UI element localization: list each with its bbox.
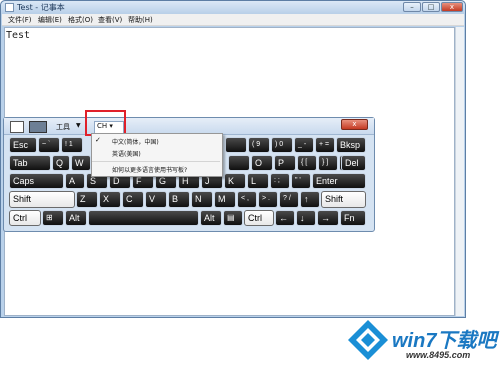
menu-file[interactable]: 文件(F)	[8, 15, 32, 25]
watermark-url: www.8495.com	[406, 350, 471, 360]
key-space[interactable]	[88, 210, 199, 226]
more-languages-link[interactable]: 如何以更多语言使用书写板?	[112, 165, 187, 174]
key-k[interactable]: K	[224, 173, 246, 189]
dropdown-separator	[92, 161, 220, 162]
key-q[interactable]: Q	[52, 155, 70, 171]
key-comma[interactable]: < ,	[237, 191, 257, 208]
menu-format[interactable]: 格式(O)	[68, 15, 93, 25]
menu-help[interactable]: 帮助(H)	[128, 15, 153, 25]
key-right-arrow[interactable]: →	[317, 210, 339, 226]
key-left-ctrl[interactable]: Ctrl	[9, 210, 41, 226]
key-caps[interactable]: Caps	[9, 173, 64, 189]
key-fn[interactable]: Fn	[340, 210, 366, 226]
key-left-bracket[interactable]: { [	[297, 155, 317, 171]
document-text: Test	[6, 30, 31, 41]
key-l[interactable]: L	[247, 173, 269, 189]
keyboard-close-button[interactable]: x	[341, 119, 368, 130]
key-backspace[interactable]: Bksp	[336, 137, 366, 153]
key-b[interactable]: B	[168, 191, 190, 208]
key-v[interactable]: V	[145, 191, 167, 208]
key-right-alt[interactable]: Alt	[200, 210, 222, 226]
maximize-button[interactable]: □	[422, 2, 440, 12]
tools-dropdown-icon[interactable]: ▼	[76, 122, 81, 129]
key-8[interactable]	[225, 137, 247, 153]
key-x[interactable]: X	[99, 191, 121, 208]
keyboard-mode-icon[interactable]	[29, 121, 47, 133]
key-equals[interactable]: + =	[315, 137, 335, 153]
key-p[interactable]: P	[274, 155, 296, 171]
key-right-shift[interactable]: Shift	[321, 191, 366, 208]
menu-view[interactable]: 查看(V)	[98, 15, 122, 25]
key-right-bracket[interactable]: } ]	[318, 155, 338, 171]
key-down-arrow[interactable]: ↓	[296, 210, 316, 226]
minimize-button[interactable]: –	[403, 2, 421, 12]
key-tab[interactable]: Tab	[9, 155, 51, 171]
key-left-alt[interactable]: Alt	[65, 210, 87, 226]
key-c[interactable]: C	[122, 191, 144, 208]
key-period[interactable]: > .	[258, 191, 278, 208]
key-n[interactable]: N	[191, 191, 213, 208]
key-o[interactable]: O	[251, 155, 273, 171]
key-z[interactable]: Z	[76, 191, 98, 208]
menu-key-icon[interactable]: ▤	[223, 210, 243, 226]
handwriting-mode-icon[interactable]	[10, 121, 24, 133]
language-option-english[interactable]: 英语(美国)	[112, 149, 141, 158]
watermark-brand: win7下载吧	[392, 330, 497, 352]
key-right-ctrl[interactable]: Ctrl	[244, 210, 274, 226]
close-button[interactable]: x	[441, 2, 463, 12]
menu-edit[interactable]: 编辑(E)	[38, 15, 62, 25]
tools-menu[interactable]: 工具	[56, 122, 70, 132]
language-dropdown: 中文(简体，中国) 英语(美国) 如何以更多语言使用书写板?	[91, 133, 223, 177]
key-minus[interactable]: _ -	[294, 137, 314, 153]
key-slash[interactable]: ? /	[279, 191, 299, 208]
key-enter[interactable]: Enter	[312, 173, 366, 189]
key-9[interactable]: ( 9	[248, 137, 270, 153]
key-quote[interactable]: " '	[291, 173, 311, 189]
menu-bar: 文件(F) 编辑(E) 格式(O) 查看(V) 帮助(H)	[2, 14, 464, 26]
key-w[interactable]: W	[71, 155, 91, 171]
watermark-logo	[348, 320, 388, 360]
notepad-icon	[5, 3, 14, 12]
key-esc[interactable]: Esc	[9, 137, 37, 153]
title-bar[interactable]: Test - 记事本 – □ x	[1, 1, 465, 14]
vertical-scrollbar[interactable]	[455, 27, 464, 316]
key-0[interactable]: ) 0	[271, 137, 293, 153]
key-left-shift[interactable]: Shift	[9, 191, 75, 208]
key-a[interactable]: A	[65, 173, 85, 189]
window-title: Test - 记事本	[17, 3, 65, 12]
key-m[interactable]: M	[214, 191, 236, 208]
language-option-chinese[interactable]: 中文(简体，中国)	[112, 137, 159, 146]
key-tilde[interactable]: ~ `	[38, 137, 60, 153]
key-left-arrow[interactable]: ←	[275, 210, 295, 226]
key-semicolon[interactable]: : ;	[270, 173, 290, 189]
key-up-arrow[interactable]: ↑	[300, 191, 320, 208]
key-delete[interactable]: Del	[341, 155, 366, 171]
key-1[interactable]: ! 1	[61, 137, 83, 153]
windows-key-icon[interactable]: ⊞	[42, 210, 64, 226]
checkmark-icon: ✓	[95, 136, 101, 144]
key-i[interactable]	[228, 155, 250, 171]
